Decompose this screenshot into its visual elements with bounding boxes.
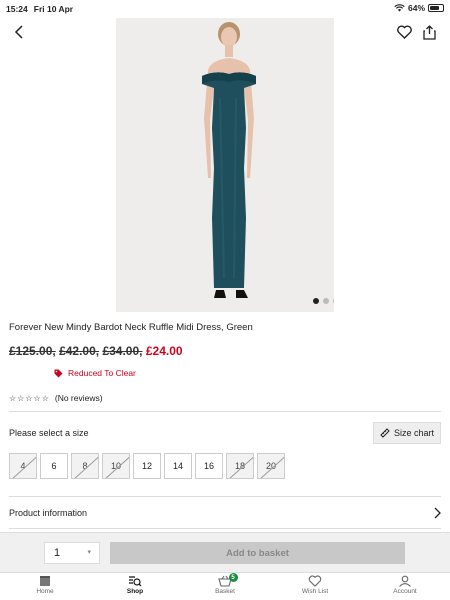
gallery-dots[interactable] bbox=[313, 298, 334, 304]
price-block: £125.00, £42.00, £34.00, £24.00 bbox=[9, 344, 183, 358]
size-option[interactable]: 4 bbox=[9, 453, 37, 479]
account-icon bbox=[399, 575, 411, 587]
size-option[interactable]: 10 bbox=[102, 453, 130, 479]
current-price: £24.00 bbox=[145, 344, 183, 358]
dress-model-image bbox=[116, 18, 334, 312]
status-date: Fri 10 Apr bbox=[33, 4, 74, 14]
badge-label: Reduced To Clear bbox=[68, 368, 136, 378]
heart-icon bbox=[308, 575, 322, 587]
star-rating-icon: ☆☆☆☆☆ bbox=[9, 393, 50, 403]
old-price: £34.00, bbox=[102, 344, 143, 358]
tab-label: Account bbox=[393, 588, 417, 595]
size-option-label: 14 bbox=[172, 461, 183, 471]
tab-home[interactable]: Home bbox=[0, 573, 90, 600]
product-information-label: Product information bbox=[9, 508, 88, 518]
size-option-label: 12 bbox=[141, 461, 152, 471]
size-option-label: 16 bbox=[203, 461, 214, 471]
product-photo[interactable] bbox=[116, 18, 334, 312]
home-icon bbox=[40, 576, 50, 586]
ruler-icon bbox=[380, 428, 390, 438]
tab-shop[interactable]: Shop bbox=[90, 573, 180, 600]
size-options: 4 6 8 10 12 14 16 18 20 bbox=[9, 453, 285, 479]
share-icon bbox=[422, 24, 436, 40]
divider bbox=[9, 496, 441, 497]
battery-percent: 64% bbox=[407, 3, 425, 13]
product-information-row[interactable]: Product information bbox=[9, 505, 441, 521]
back-button[interactable] bbox=[10, 22, 30, 42]
tag-icon bbox=[54, 369, 63, 377]
wifi-icon bbox=[394, 4, 405, 12]
size-prompt: Please select a size bbox=[9, 428, 89, 438]
size-option-label: 6 bbox=[51, 461, 57, 471]
size-option-label: 18 bbox=[234, 461, 245, 471]
tab-basket[interactable]: 5 Basket bbox=[180, 573, 270, 600]
basket-count-badge: 5 bbox=[228, 573, 238, 582]
reduced-badge: Reduced To Clear bbox=[54, 368, 136, 378]
chevron-right-icon bbox=[434, 507, 441, 519]
size-option-label: 8 bbox=[82, 461, 88, 471]
quantity-select[interactable]: 1 ▾ bbox=[44, 542, 100, 564]
divider bbox=[9, 528, 441, 529]
tab-label: Shop bbox=[126, 588, 144, 595]
size-option[interactable]: 14 bbox=[164, 453, 192, 479]
gallery-dot[interactable] bbox=[313, 298, 319, 304]
size-chart-button[interactable]: Size chart bbox=[373, 422, 441, 444]
size-option[interactable]: 12 bbox=[133, 453, 161, 479]
battery-icon bbox=[428, 4, 444, 12]
gallery-dot[interactable] bbox=[323, 298, 329, 304]
gallery-dot[interactable] bbox=[333, 298, 334, 304]
tab-account[interactable]: Account bbox=[360, 573, 450, 600]
status-time: 15:24 bbox=[6, 4, 28, 14]
size-chart-label: Size chart bbox=[393, 428, 435, 438]
old-price: £42.00, bbox=[59, 344, 100, 358]
tab-label: Wish List bbox=[301, 588, 329, 595]
add-to-basket-bar: 1 ▾ Add to basket bbox=[0, 532, 450, 572]
chevron-left-icon bbox=[14, 25, 23, 39]
size-option[interactable]: 8 bbox=[71, 453, 99, 479]
wishlist-button[interactable] bbox=[394, 22, 414, 42]
size-option[interactable]: 20 bbox=[257, 453, 285, 479]
rating-row[interactable]: ☆☆☆☆☆ (No reviews) bbox=[9, 393, 103, 403]
add-to-basket-button[interactable]: Add to basket bbox=[110, 542, 405, 564]
status-right: 64% bbox=[394, 3, 444, 13]
tab-label: Home bbox=[36, 588, 54, 595]
reviews-count: (No reviews) bbox=[54, 393, 103, 403]
heart-icon bbox=[396, 25, 412, 39]
shop-search-icon bbox=[129, 576, 142, 587]
old-price: £125.00, bbox=[9, 344, 56, 358]
product-title: Forever New Mindy Bardot Neck Ruffle Mid… bbox=[9, 322, 253, 333]
size-option[interactable]: 16 bbox=[195, 453, 223, 479]
quantity-value: 1 bbox=[54, 547, 61, 559]
status-bar: 15:24 Fri 10 Apr bbox=[0, 0, 450, 18]
size-option[interactable]: 18 bbox=[226, 453, 254, 479]
divider bbox=[9, 411, 441, 412]
size-option[interactable]: 6 bbox=[40, 453, 68, 479]
tab-wish-list[interactable]: Wish List bbox=[270, 573, 360, 600]
tab-label: Basket bbox=[215, 588, 235, 595]
product-gallery[interactable] bbox=[0, 18, 450, 312]
size-option-label: 4 bbox=[20, 461, 26, 471]
chevron-down-icon: ▾ bbox=[87, 549, 91, 556]
size-option-label: 10 bbox=[110, 461, 121, 471]
bottom-tab-bar: Home Shop 5 Basket Wish List Account bbox=[0, 572, 450, 600]
share-button[interactable] bbox=[419, 22, 439, 42]
size-option-label: 20 bbox=[265, 461, 276, 471]
